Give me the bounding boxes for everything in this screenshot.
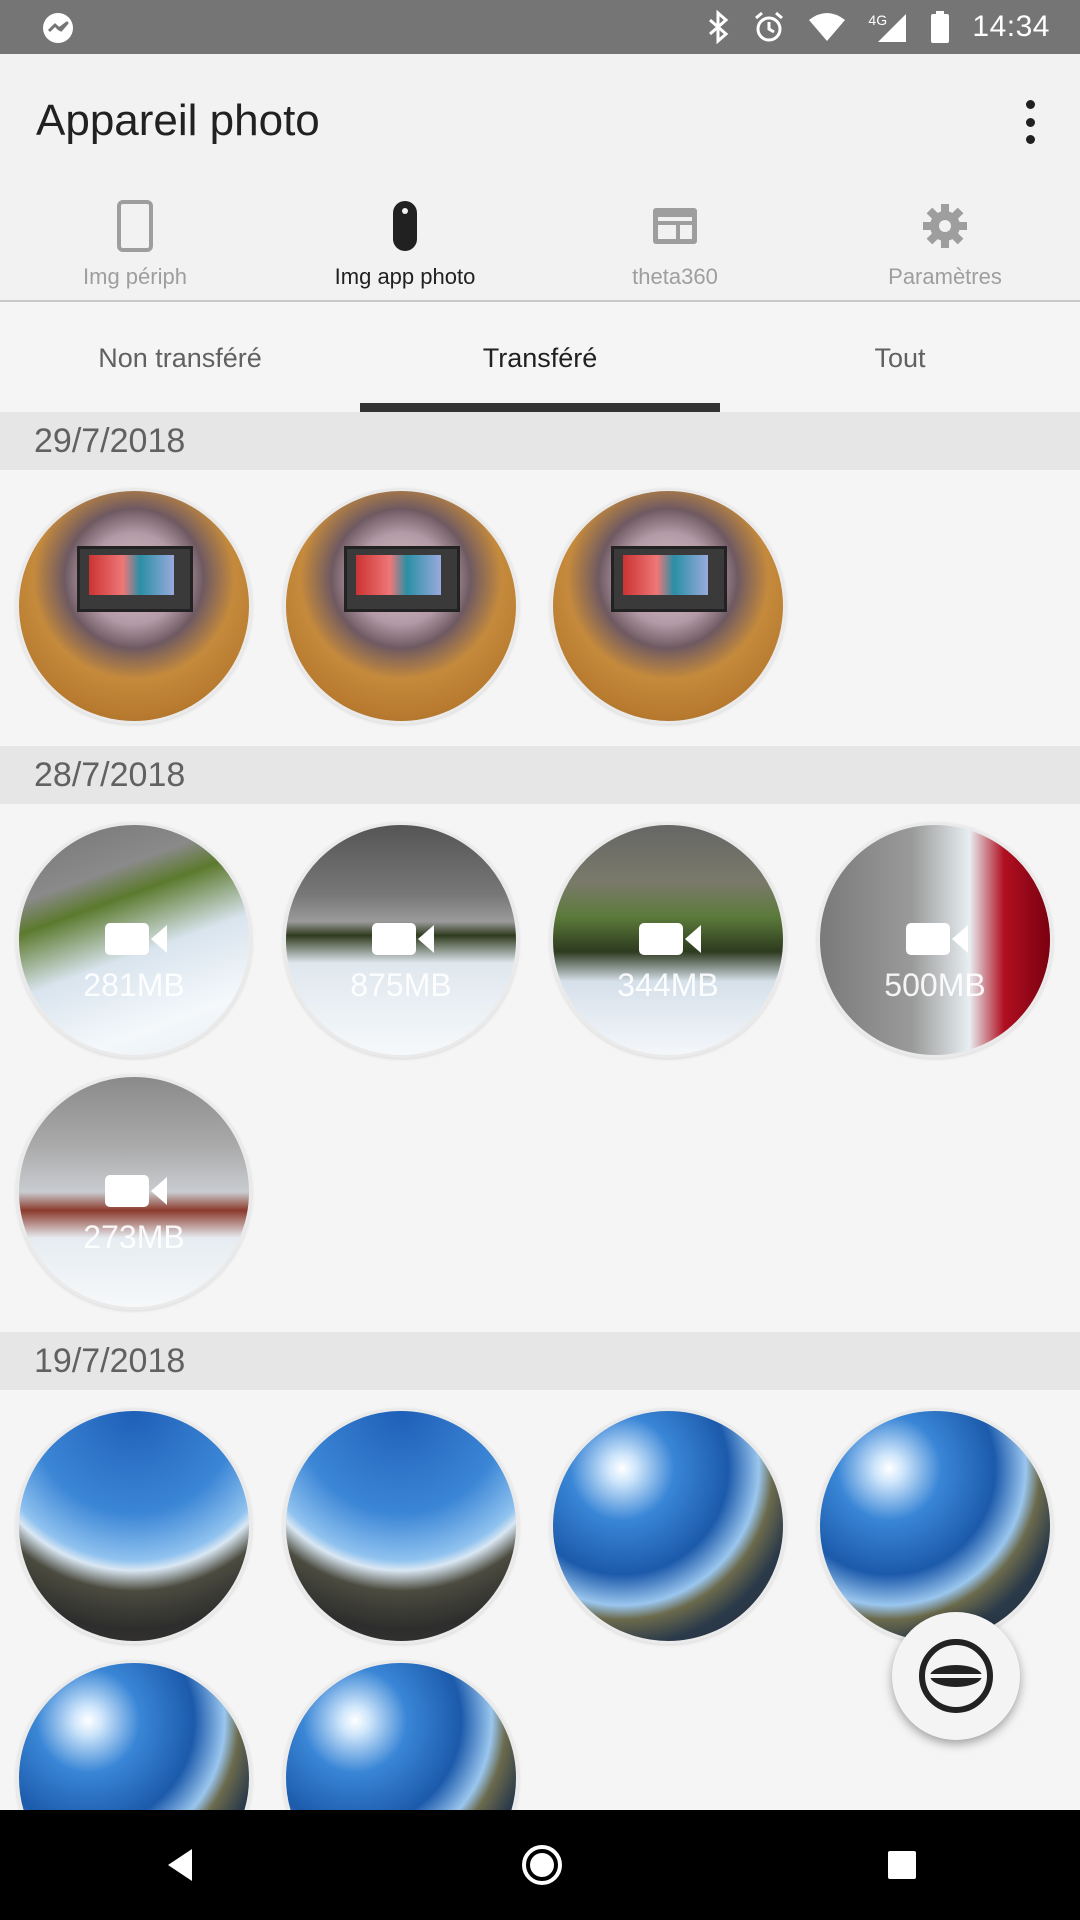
video-thumbnail[interactable]: 500MB [817,822,1053,1058]
nav-item-label: Img périph [83,264,187,289]
recents-icon[interactable] [884,1847,920,1883]
nav-item-img-periph[interactable]: Img périph [0,182,270,300]
video-size: 273MB [83,1219,185,1255]
photo-thumbnail[interactable] [16,1408,252,1644]
more-options-button[interactable] [1010,92,1050,152]
alarm-icon [755,11,784,42]
video-size: 875MB [350,967,452,1003]
video-camera-icon [639,923,701,955]
dot [1025,117,1035,127]
nav-item-label: Img app photo [334,264,476,289]
home-icon[interactable] [520,1843,564,1887]
photo-thumbnail[interactable] [16,1660,252,1810]
phone-icon [117,200,153,252]
media-grid: 281MB 875MB 344MB 500MB 273MB [0,804,1080,1332]
date-header: 28/7/2018 [0,746,1080,804]
battery-icon [931,11,950,43]
app-bar: Appareil photo [0,54,1080,182]
photo-thumbnail[interactable] [550,488,786,724]
video-thumbnail[interactable]: 273MB [16,1074,252,1310]
video-camera-icon [906,923,968,955]
video-size: 281MB [83,967,185,1003]
photo-thumbnail[interactable] [283,488,519,724]
wifi-icon [809,13,846,41]
nav-item-theta360[interactable]: theta360 [540,182,810,300]
photo-thumbnail[interactable] [817,1408,1053,1644]
date-header: 29/7/2018 [0,412,1080,470]
back-icon[interactable] [160,1845,200,1885]
theta-capture-icon [919,1639,993,1713]
photo-thumbnail[interactable] [550,1408,786,1644]
dot [1025,100,1035,109]
status-bar: 4G 14:34 [0,0,1080,54]
video-camera-icon [372,923,434,955]
nav-item-label: Paramètres [888,264,1002,289]
page-title: Appareil photo [36,96,320,145]
media-list: 29/7/2018 28/7/2018 281MB 875MB 344MB 50… [0,412,1080,1810]
clock: 14:34 [972,10,1050,43]
video-thumbnail[interactable]: 344MB [550,822,786,1058]
messenger-icon [43,13,73,43]
photo-thumbnail[interactable] [283,1408,519,1644]
nav-item-img-app-photo[interactable]: Img app photo [270,182,540,300]
video-size: 500MB [884,967,986,1003]
photo-thumbnail[interactable] [16,488,252,724]
video-camera-icon [105,923,167,955]
nav-item-label: theta360 [632,264,718,289]
capture-fab[interactable] [892,1612,1020,1740]
tab-transfere[interactable]: Transféré [360,304,720,412]
video-thumbnail[interactable]: 281MB [16,822,252,1058]
dot [1025,135,1035,144]
top-navigation: Img périph Img app photo theta360 Paramè… [0,182,1080,302]
theta360-icon [653,208,697,244]
gear-icon [923,204,967,248]
camera-device-icon [393,201,417,251]
bluetooth-icon [709,10,729,44]
signal-icon: 4G [868,10,908,44]
tab-tout[interactable]: Tout [720,304,1080,412]
transfer-tabs: Non transféré Transféré Tout [0,304,1080,412]
video-thumbnail[interactable]: 875MB [283,822,519,1058]
system-nav-bar [0,1810,1080,1920]
nav-item-parametres[interactable]: Paramètres [810,182,1080,300]
media-grid [0,470,1080,746]
media-grid [0,1390,1080,1810]
video-size: 344MB [617,967,719,1003]
date-header: 19/7/2018 [0,1332,1080,1390]
tab-non-transfere[interactable]: Non transféré [0,304,360,412]
photo-thumbnail[interactable] [283,1660,519,1810]
video-camera-icon [105,1175,167,1207]
